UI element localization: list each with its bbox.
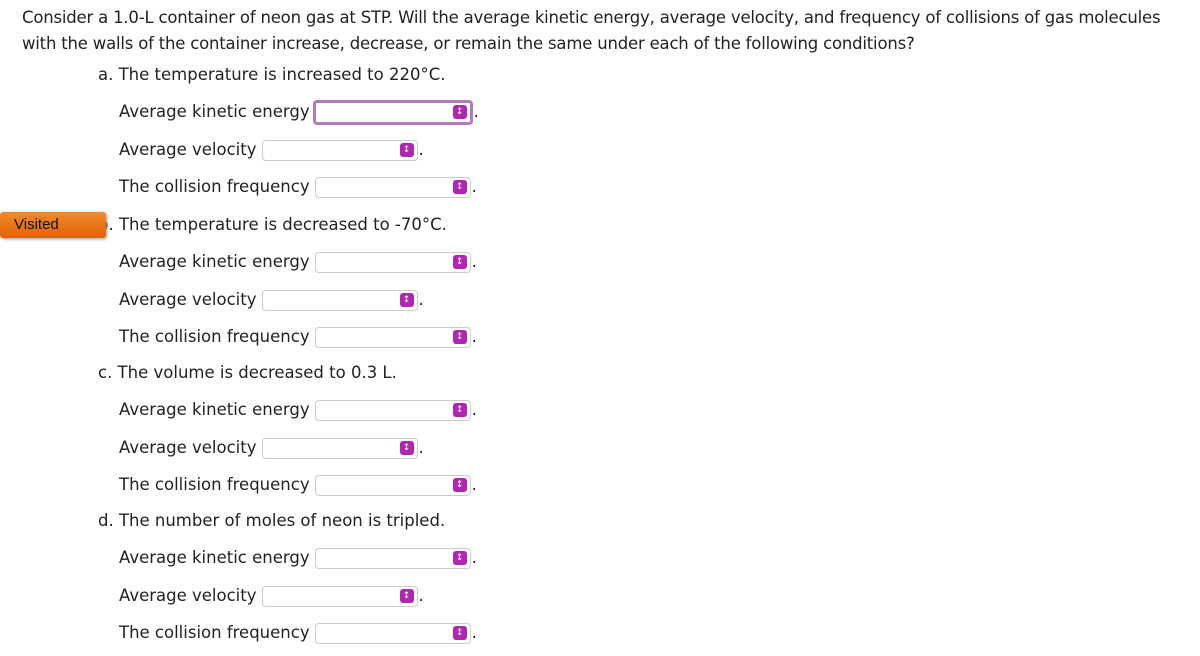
period: . xyxy=(473,102,479,121)
field-label: Average velocity xyxy=(119,290,257,309)
part-label: a. The temperature is increased to 220°C… xyxy=(98,65,446,84)
field-label: The collision frequency xyxy=(119,623,310,642)
part-label: b. The temperature is decreased to -70°C… xyxy=(98,215,447,234)
field-row: Average kinetic energy ↕ . xyxy=(119,545,477,571)
select-arrows-icon: ↕ xyxy=(399,293,414,307)
field-row: The collision frequency ↕ . xyxy=(119,174,477,200)
period: . xyxy=(471,327,477,346)
period: . xyxy=(418,586,424,605)
answer-select[interactable]: ↕ xyxy=(261,139,418,161)
select-arrows-icon: ↕ xyxy=(452,478,467,492)
select-arrows-icon: ↕ xyxy=(452,551,467,565)
answer-select[interactable]: ↕ xyxy=(312,99,473,125)
answer-select[interactable]: ↕ xyxy=(314,251,471,273)
field-label: The collision frequency xyxy=(119,177,310,196)
period: . xyxy=(418,290,424,309)
answer-select[interactable]: ↕ xyxy=(261,585,418,607)
select-arrows-icon: ↕ xyxy=(452,180,467,194)
period: . xyxy=(471,623,477,642)
field-row: The collision frequency ↕ . xyxy=(119,472,477,498)
answer-select[interactable]: ↕ xyxy=(261,437,418,459)
field-row: Average velocity ↕ . xyxy=(119,583,424,609)
select-arrows-icon: ↕ xyxy=(452,255,467,269)
question-text: Consider a 1.0-L container of neon gas a… xyxy=(22,8,1161,53)
field-row: Average velocity ↕ . xyxy=(119,287,424,313)
field-row: Average kinetic energy ↕ . xyxy=(119,397,477,423)
select-arrows-icon: ↕ xyxy=(452,626,467,640)
field-row: Average kinetic energy ↕ . xyxy=(119,99,479,125)
period: . xyxy=(471,400,477,419)
period: . xyxy=(471,475,477,494)
field-row: The collision frequency ↕ . xyxy=(119,620,477,646)
answer-select[interactable]: ↕ xyxy=(314,622,471,644)
answer-select[interactable]: ↕ xyxy=(314,326,471,348)
field-label: Average kinetic energy xyxy=(119,400,310,419)
visited-badge[interactable]: Visited xyxy=(0,212,106,238)
field-label: Average kinetic energy xyxy=(119,548,310,567)
field-row: Average velocity ↕ . xyxy=(119,137,424,163)
answer-select[interactable]: ↕ xyxy=(314,399,471,421)
field-label: Average kinetic energy xyxy=(119,102,310,121)
period: . xyxy=(471,177,477,196)
field-row: Average kinetic energy ↕ . xyxy=(119,249,477,275)
answer-select[interactable]: ↕ xyxy=(314,176,471,198)
select-arrows-icon: ↕ xyxy=(399,589,414,603)
field-label: Average velocity xyxy=(119,586,257,605)
period: . xyxy=(418,140,424,159)
part-label: c. The volume is decreased to 0.3 L. xyxy=(98,363,397,382)
select-arrows-icon: ↕ xyxy=(452,105,467,119)
select-arrows-icon: ↕ xyxy=(452,330,467,344)
period: . xyxy=(471,252,477,271)
select-arrows-icon: ↕ xyxy=(399,441,414,455)
part-label: d. The number of moles of neon is triple… xyxy=(98,511,446,530)
select-arrows-icon: ↕ xyxy=(399,143,414,157)
field-label: The collision frequency xyxy=(119,475,310,494)
select-arrows-icon: ↕ xyxy=(452,403,467,417)
field-label: The collision frequency xyxy=(119,327,310,346)
field-row: The collision frequency ↕ . xyxy=(119,324,477,350)
answer-select[interactable]: ↕ xyxy=(314,547,471,569)
field-row: Average velocity ↕ . xyxy=(119,435,424,461)
period: . xyxy=(471,548,477,567)
field-label: Average kinetic energy xyxy=(119,252,310,271)
field-label: Average velocity xyxy=(119,438,257,457)
answer-select[interactable]: ↕ xyxy=(314,474,471,496)
period: . xyxy=(418,438,424,457)
field-label: Average velocity xyxy=(119,140,257,159)
answer-select[interactable]: ↕ xyxy=(261,289,418,311)
